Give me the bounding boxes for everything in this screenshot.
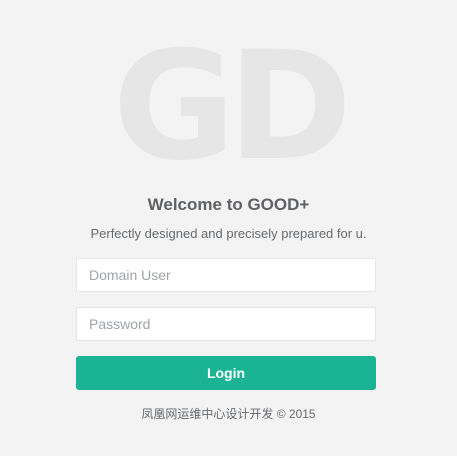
- logo-watermark: GD: [112, 20, 353, 194]
- login-button[interactable]: Login: [76, 356, 376, 390]
- footer-credit: 凤凰网运维中心设计开发 © 2015: [141, 407, 316, 421]
- domain-user-input[interactable]: [76, 258, 376, 292]
- welcome-title: Welcome to GOOD+: [147, 195, 310, 214]
- password-input[interactable]: [76, 307, 376, 341]
- welcome-subtitle: Perfectly designed and precisely prepare…: [90, 226, 367, 241]
